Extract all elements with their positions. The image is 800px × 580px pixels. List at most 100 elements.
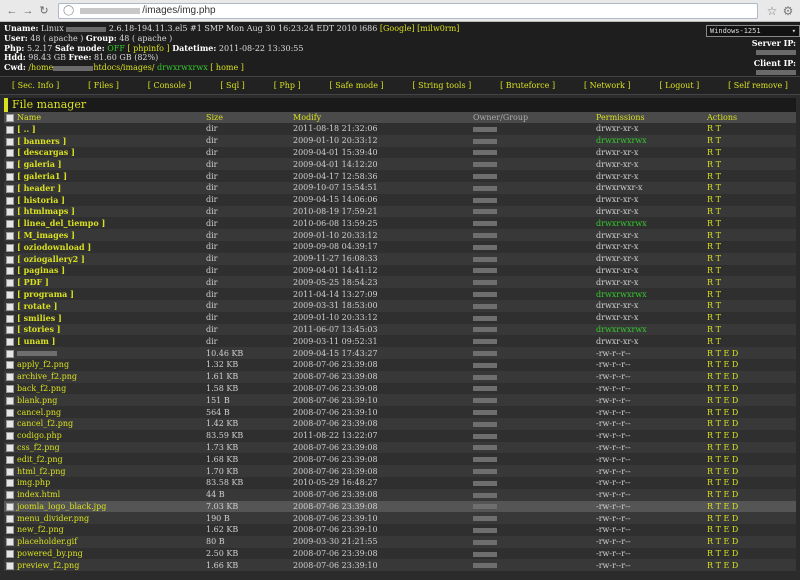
menu-string-tools[interactable]: [ String tools ] bbox=[413, 81, 472, 90]
cell-actions[interactable]: R T bbox=[705, 181, 796, 194]
cell-permissions[interactable]: -rw-r--r-- bbox=[594, 500, 705, 513]
folder-link[interactable]: [ banners ] bbox=[17, 136, 66, 146]
file-link[interactable]: joomla_logo_black.jpg bbox=[17, 502, 106, 511]
menu-bruteforce[interactable]: [ Bruteforce ] bbox=[500, 81, 555, 90]
cell-actions[interactable]: R T E D bbox=[705, 406, 796, 418]
cell-permissions[interactable]: -rw-r--r-- bbox=[594, 429, 705, 442]
charset-select[interactable]: Windows-1251 ▾ bbox=[706, 25, 800, 37]
folder-link[interactable]: [ descargas ] bbox=[17, 147, 75, 157]
row-checkbox[interactable] bbox=[6, 161, 14, 170]
folder-link[interactable]: [ historia ] bbox=[17, 195, 65, 205]
cell-actions[interactable]: R T bbox=[705, 158, 796, 171]
row-checkbox[interactable] bbox=[6, 361, 14, 370]
row-checkbox[interactable] bbox=[6, 514, 14, 523]
folder-link[interactable]: [ galeria ] bbox=[17, 159, 61, 169]
col-name[interactable]: Name bbox=[4, 112, 204, 123]
cell-permissions[interactable]: -rw-r--r-- bbox=[594, 535, 705, 548]
row-checkbox[interactable] bbox=[6, 526, 14, 535]
row-checkbox[interactable] bbox=[6, 443, 14, 452]
cell-actions[interactable]: R T E D bbox=[705, 453, 796, 466]
phpinfo-link[interactable]: [ phpinfo ] bbox=[127, 44, 169, 53]
menu-sec-info[interactable]: [ Sec. Info ] bbox=[12, 81, 59, 90]
cell-actions[interactable]: R T bbox=[705, 299, 796, 312]
row-checkbox[interactable] bbox=[6, 314, 14, 323]
row-checkbox[interactable] bbox=[6, 338, 14, 347]
cell-permissions[interactable]: drwxr-xr-x bbox=[594, 264, 705, 277]
milw0rm-link[interactable]: [milw0rm] bbox=[417, 24, 459, 33]
menu-logout[interactable]: [ Logout ] bbox=[659, 81, 699, 90]
row-checkbox[interactable] bbox=[6, 208, 14, 217]
col-permissions[interactable]: Permissions bbox=[594, 112, 705, 123]
file-link[interactable]: codigo.php bbox=[17, 431, 62, 440]
cell-permissions[interactable]: drwxr-xr-x bbox=[594, 252, 705, 265]
cell-actions[interactable]: R T E D bbox=[705, 524, 796, 536]
cell-actions[interactable]: R T bbox=[705, 134, 796, 147]
folder-link[interactable]: [ oziogallery2 ] bbox=[17, 254, 85, 264]
row-checkbox[interactable] bbox=[6, 550, 14, 559]
back-icon[interactable]: ← bbox=[4, 3, 20, 19]
cell-permissions[interactable]: drwxrwxrwx bbox=[594, 134, 705, 147]
cell-actions[interactable]: R T E D bbox=[705, 476, 796, 489]
col-size[interactable]: Size bbox=[204, 112, 291, 123]
menu-safe-mode[interactable]: [ Safe mode ] bbox=[330, 81, 384, 90]
cell-permissions[interactable]: drwxr-xr-x bbox=[594, 311, 705, 324]
row-checkbox[interactable] bbox=[6, 467, 14, 476]
menu-php[interactable]: [ Php ] bbox=[274, 81, 301, 90]
menu-network[interactable]: [ Network ] bbox=[584, 81, 631, 90]
file-link[interactable]: cancel.png bbox=[17, 408, 61, 417]
menu-self-remove[interactable]: [ Self remove ] bbox=[728, 81, 788, 90]
cell-actions[interactable]: R T E D bbox=[705, 512, 796, 525]
file-link[interactable]: html_f2.png bbox=[17, 467, 66, 476]
cell-actions[interactable]: R T bbox=[705, 229, 796, 241]
folder-link[interactable]: [ galeria1 ] bbox=[17, 171, 67, 181]
file-link[interactable]: back_f2.png bbox=[17, 384, 66, 393]
file-link[interactable]: edit_f2.png bbox=[17, 455, 63, 464]
cell-actions[interactable]: R T bbox=[705, 311, 796, 324]
file-link[interactable]: apply_f2.png bbox=[17, 360, 69, 369]
cell-permissions[interactable]: drwxrwxrwx bbox=[594, 288, 705, 300]
cell-actions[interactable]: R T E D bbox=[705, 358, 796, 371]
cell-permissions[interactable]: drwxr-xr-x bbox=[594, 170, 705, 182]
cell-permissions[interactable]: -rw-r--r-- bbox=[594, 347, 705, 359]
folder-link[interactable]: [ paginas ] bbox=[17, 265, 65, 275]
menu-sql[interactable]: [ Sql ] bbox=[220, 81, 245, 90]
cell-actions[interactable]: R T bbox=[705, 193, 796, 206]
cell-permissions[interactable]: -rw-r--r-- bbox=[594, 465, 705, 477]
bookmark-star-icon[interactable]: ☆ bbox=[764, 4, 780, 18]
file-link[interactable]: cancel_f2.png bbox=[17, 419, 73, 428]
cell-actions[interactable]: R T bbox=[705, 335, 796, 348]
cell-permissions[interactable]: -rw-r--r-- bbox=[594, 559, 705, 572]
cell-permissions[interactable]: -rw-r--r-- bbox=[594, 406, 705, 418]
cell-actions[interactable]: R T E D bbox=[705, 382, 796, 395]
cell-permissions[interactable]: drwxr-xr-x bbox=[594, 146, 705, 159]
folder-link[interactable]: [ smilies ] bbox=[17, 313, 62, 323]
file-name-redacted[interactable] bbox=[17, 351, 57, 357]
cell-permissions[interactable]: -rw-r--r-- bbox=[594, 476, 705, 489]
row-checkbox[interactable] bbox=[6, 220, 14, 229]
cell-permissions[interactable]: -rw-r--r-- bbox=[594, 524, 705, 536]
row-checkbox[interactable] bbox=[6, 326, 14, 335]
cell-actions[interactable]: R T bbox=[705, 217, 796, 230]
row-checkbox[interactable] bbox=[6, 432, 14, 441]
cell-permissions[interactable]: -rw-r--r-- bbox=[594, 382, 705, 395]
folder-link[interactable]: [ programa ] bbox=[17, 289, 74, 299]
folder-link[interactable]: [ linea_del_tiempo ] bbox=[17, 218, 105, 228]
folder-link[interactable]: [ M_images ] bbox=[17, 230, 75, 240]
cell-actions[interactable]: R T E D bbox=[705, 535, 796, 548]
select-all-checkbox[interactable] bbox=[6, 114, 14, 122]
cell-permissions[interactable]: drwxr-xr-x bbox=[594, 229, 705, 241]
cell-actions[interactable]: R T E D bbox=[705, 347, 796, 359]
row-checkbox[interactable] bbox=[6, 291, 14, 300]
cell-actions[interactable]: R T E D bbox=[705, 547, 796, 560]
cell-permissions[interactable]: drwxrwxrwx bbox=[594, 217, 705, 230]
cell-actions[interactable]: R T E D bbox=[705, 488, 796, 501]
row-checkbox[interactable] bbox=[6, 384, 14, 393]
cell-actions[interactable]: R T E D bbox=[705, 370, 796, 383]
file-link[interactable]: new_f2.png bbox=[17, 525, 64, 534]
cell-actions[interactable]: R T bbox=[705, 252, 796, 265]
cell-permissions[interactable]: -rw-r--r-- bbox=[594, 441, 705, 454]
cell-permissions[interactable]: -rw-r--r-- bbox=[594, 358, 705, 371]
row-checkbox[interactable] bbox=[6, 491, 14, 500]
address-bar[interactable]: ◯ /images/img.php bbox=[58, 2, 758, 19]
row-checkbox[interactable] bbox=[6, 561, 14, 570]
